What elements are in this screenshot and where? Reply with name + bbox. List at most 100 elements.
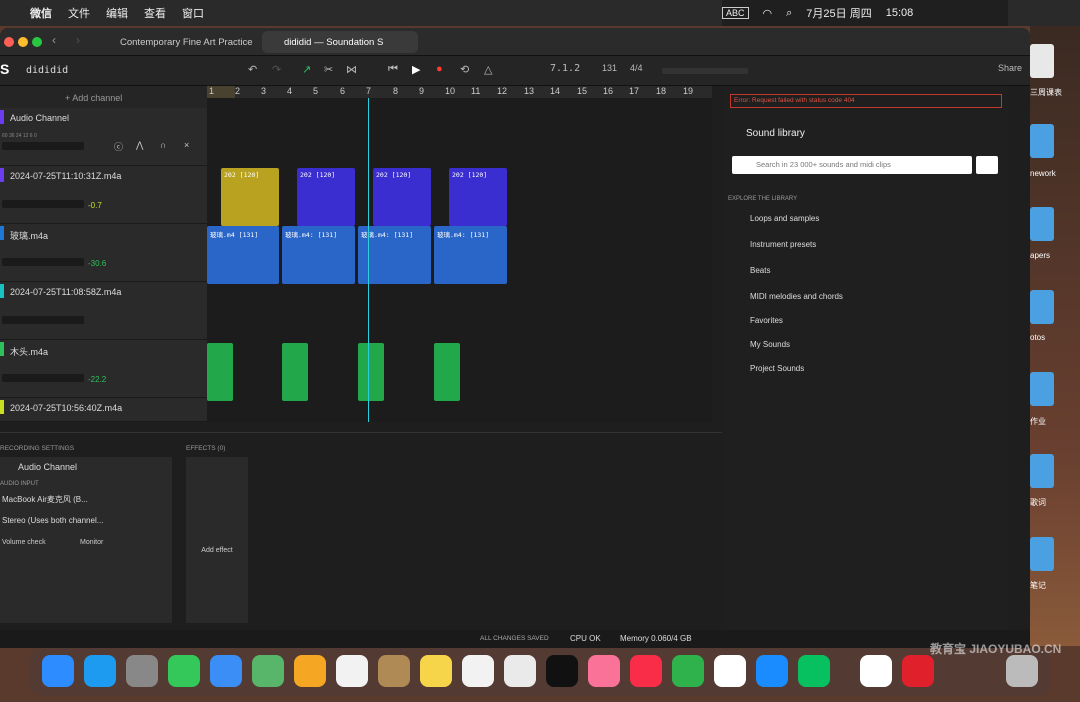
- track-header[interactable]: 玻璃.m4a -30.6: [0, 224, 207, 282]
- volume-fader[interactable]: [2, 258, 84, 266]
- track-name[interactable]: 2024-07-25T11:08:58Z.m4a: [10, 287, 121, 297]
- snap-icon[interactable]: ⋈: [346, 63, 357, 76]
- close-window-button[interactable]: [4, 37, 14, 47]
- search-icon[interactable]: ⌕: [786, 7, 792, 20]
- safari-icon[interactable]: [84, 655, 116, 687]
- project-name[interactable]: dididid: [26, 65, 68, 76]
- library-item[interactable]: Favorites: [750, 316, 783, 325]
- automation-icon[interactable]: ⋀: [136, 140, 143, 151]
- maps-icon[interactable]: [252, 655, 284, 687]
- track-header[interactable]: 木头.m4a -22.2: [0, 340, 207, 398]
- menu-item-view[interactable]: 查看: [144, 5, 166, 21]
- audio-clip[interactable]: 202 [120]: [221, 168, 279, 226]
- photos-icon[interactable]: [294, 655, 326, 687]
- track-header[interactable]: 2024-07-25T11:08:58Z.m4a: [0, 282, 207, 340]
- reminders-icon[interactable]: [462, 655, 494, 687]
- audio-clip[interactable]: 玻璃.m4 [131]: [207, 226, 279, 284]
- contacts-icon[interactable]: [378, 655, 410, 687]
- pan-knob[interactable]: ⓒ: [114, 140, 123, 153]
- library-item[interactable]: Project Sounds: [750, 364, 804, 373]
- library-item[interactable]: MIDI melodies and chords: [750, 292, 843, 301]
- menu-item-wechat[interactable]: 微信: [30, 5, 52, 21]
- browser-tab-active[interactable]: dididid — Soundation S: [262, 31, 418, 53]
- cursor-tool-icon[interactable]: ↗: [302, 63, 311, 76]
- launchpad-icon[interactable]: [126, 655, 158, 687]
- add-effect-button[interactable]: Add effect: [186, 457, 248, 623]
- folder-icon[interactable]: [1030, 372, 1054, 406]
- volume-fader[interactable]: [2, 316, 84, 324]
- track-header[interactable]: 2024-07-25T10:56:40Z.m4a: [0, 398, 207, 422]
- track-header[interactable]: Audio Channel 60 36 24 12 6 0 ⓒ ⋀ ∩ ×: [0, 108, 207, 166]
- filter-button[interactable]: [976, 156, 998, 174]
- mail-icon[interactable]: [210, 655, 242, 687]
- numbers-icon[interactable]: [672, 655, 704, 687]
- stereo-select[interactable]: Stereo (Uses both channel...: [2, 516, 132, 530]
- folder-icon[interactable]: [1030, 207, 1054, 241]
- menu-item-window[interactable]: 窗口: [182, 5, 204, 21]
- volume-fader[interactable]: [2, 200, 84, 208]
- track-name[interactable]: 玻璃.m4a: [10, 229, 48, 242]
- audio-clip[interactable]: [282, 343, 308, 401]
- timeline-ruler[interactable]: 1 2 3 4 5 6 7 8 9 10 11 12 13 14 15 16 1…: [207, 86, 712, 98]
- app-store-icon[interactable]: [756, 655, 788, 687]
- audio-clip[interactable]: [434, 343, 460, 401]
- logo-icon[interactable]: S: [0, 61, 9, 77]
- input-method[interactable]: ABC: [722, 7, 749, 19]
- finder-icon[interactable]: [42, 655, 74, 687]
- folder-icon[interactable]: [1030, 537, 1054, 571]
- track-header[interactable]: 2024-07-25T11:10:31Z.m4a -0.7: [0, 166, 207, 224]
- skip-back-icon[interactable]: ⏮: [388, 63, 398, 76]
- wps-icon[interactable]: [860, 655, 892, 687]
- track-name[interactable]: Audio Channel: [10, 113, 69, 123]
- desktop-icon[interactable]: [1030, 44, 1054, 78]
- track-name[interactable]: 木头.m4a: [10, 345, 48, 358]
- master-volume-slider[interactable]: [662, 68, 748, 74]
- bilibili-icon[interactable]: [588, 655, 620, 687]
- share-button[interactable]: Share: [998, 63, 1022, 73]
- wechat-icon[interactable]: [798, 655, 830, 687]
- audio-clip[interactable]: [207, 343, 233, 401]
- freeform-icon[interactable]: [504, 655, 536, 687]
- redo-icon[interactable]: ↷: [272, 63, 281, 76]
- record-icon[interactable]: ●: [436, 63, 443, 75]
- menu-item-file[interactable]: 文件: [68, 5, 90, 21]
- arrangement-grid[interactable]: 202 [120] 202 [120] 202 [120] 202 [120] …: [207, 86, 712, 422]
- metronome-icon[interactable]: △: [484, 63, 492, 76]
- audio-clip[interactable]: 玻璃.m4: [131]: [434, 226, 507, 284]
- scissors-icon[interactable]: ✂: [324, 63, 333, 76]
- library-item[interactable]: My Sounds: [750, 340, 790, 349]
- mute-icon[interactable]: ×: [184, 140, 189, 150]
- volume-check-button[interactable]: Volume check: [2, 539, 46, 546]
- library-item[interactable]: Instrument presets: [750, 240, 816, 249]
- headphones-icon[interactable]: ∩: [160, 140, 166, 150]
- youdao-icon[interactable]: [902, 655, 934, 687]
- bpm-display[interactable]: 131: [602, 63, 617, 73]
- music-icon[interactable]: [630, 655, 662, 687]
- input-select[interactable]: MacBook Air麦克风 (B...: [2, 494, 112, 508]
- volume-fader[interactable]: [2, 374, 84, 382]
- folder-icon[interactable]: [1030, 124, 1054, 158]
- position-display[interactable]: 7.1.2: [550, 63, 580, 74]
- trash-icon[interactable]: [1006, 655, 1038, 687]
- tv-icon[interactable]: [546, 655, 578, 687]
- time-signature[interactable]: 4/4: [630, 63, 643, 73]
- time[interactable]: 15:08: [886, 7, 914, 19]
- menu-item-edit[interactable]: 编辑: [106, 5, 128, 21]
- audio-clip[interactable]: 202 [120]: [297, 168, 355, 226]
- loop-icon[interactable]: ⟲: [460, 63, 469, 76]
- folder-icon[interactable]: [1030, 454, 1054, 488]
- audio-clip[interactable]: 202 [120]: [449, 168, 507, 226]
- add-channel-button[interactable]: + Add channel: [65, 93, 122, 103]
- track-name[interactable]: 2024-07-25T10:56:40Z.m4a: [10, 403, 122, 413]
- folder-icon[interactable]: [1030, 290, 1054, 324]
- messages-icon[interactable]: [168, 655, 200, 687]
- audio-clip[interactable]: 玻璃.m4: [131]: [282, 226, 355, 284]
- wifi-icon[interactable]: ◠: [763, 7, 773, 20]
- monitor-button[interactable]: Monitor: [80, 539, 103, 546]
- minimize-window-button[interactable]: [18, 37, 28, 47]
- volume-fader[interactable]: [2, 142, 84, 150]
- play-icon[interactable]: ▶: [412, 63, 420, 76]
- library-item[interactable]: Loops and samples: [750, 214, 819, 223]
- browser-tab[interactable]: Contemporary Fine Art Practice: [98, 31, 258, 53]
- library-item[interactable]: Beats: [750, 266, 770, 275]
